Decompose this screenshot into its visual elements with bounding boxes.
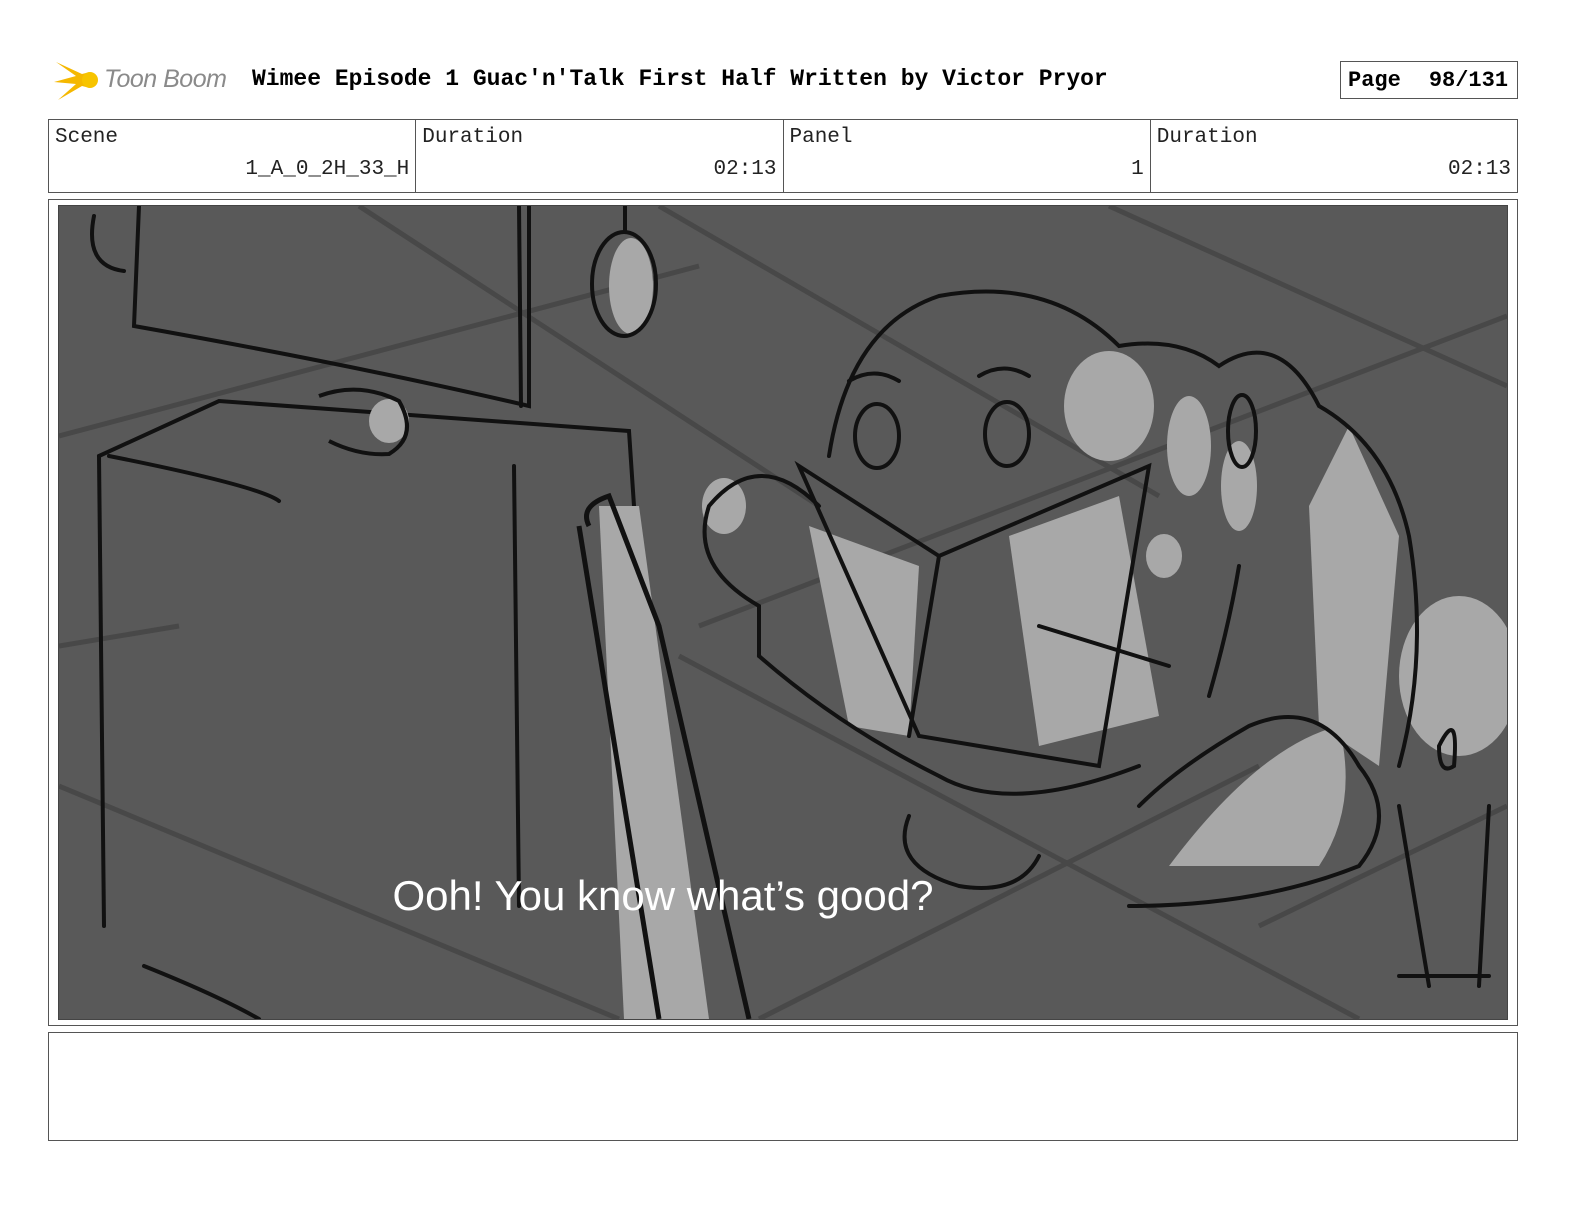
scene-duration-value: 02:13: [713, 158, 777, 181]
panel-duration-cell: Duration 02:13: [1151, 120, 1517, 192]
scene-cell: Scene 1_A_0_2H_33_H: [49, 120, 417, 192]
storyboard-panel-image: Ooh! You know what’s good?: [58, 205, 1508, 1020]
storyboard-header: Toon Boom Wimee Episode 1 Guac'n'Talk Fi…: [48, 56, 1538, 104]
logo-text: Toon Boom: [104, 65, 227, 93]
panel-caption: Ooh! You know what’s good?: [392, 872, 934, 919]
scene-duration-label: Duration: [422, 126, 524, 149]
toon-boom-burst-icon: [54, 62, 98, 100]
panel-value: 1: [1131, 158, 1144, 181]
scene-value: 1_A_0_2H_33_H: [245, 158, 410, 181]
panel-notes-box: [48, 1032, 1518, 1141]
scene-label: Scene: [55, 126, 119, 149]
page-value: 98/131: [1428, 67, 1509, 93]
panel-duration-value: 02:13: [1447, 158, 1511, 181]
panel-cell: Panel 1: [784, 120, 1151, 192]
toon-boom-logo: Toon Boom: [52, 56, 242, 104]
scene-info-table: Scene 1_A_0_2H_33_H Duration 02:13 Panel…: [48, 119, 1518, 193]
storyboard-title: Wimee Episode 1 Guac'n'Talk First Half W…: [252, 66, 1108, 92]
page-indicator: Page 98/131: [1340, 61, 1518, 99]
page-label: Page: [1348, 67, 1401, 93]
panel-label: Panel: [789, 126, 853, 149]
panel-duration-label: Duration: [1156, 126, 1258, 149]
scene-duration-cell: Duration 02:13: [416, 120, 784, 192]
